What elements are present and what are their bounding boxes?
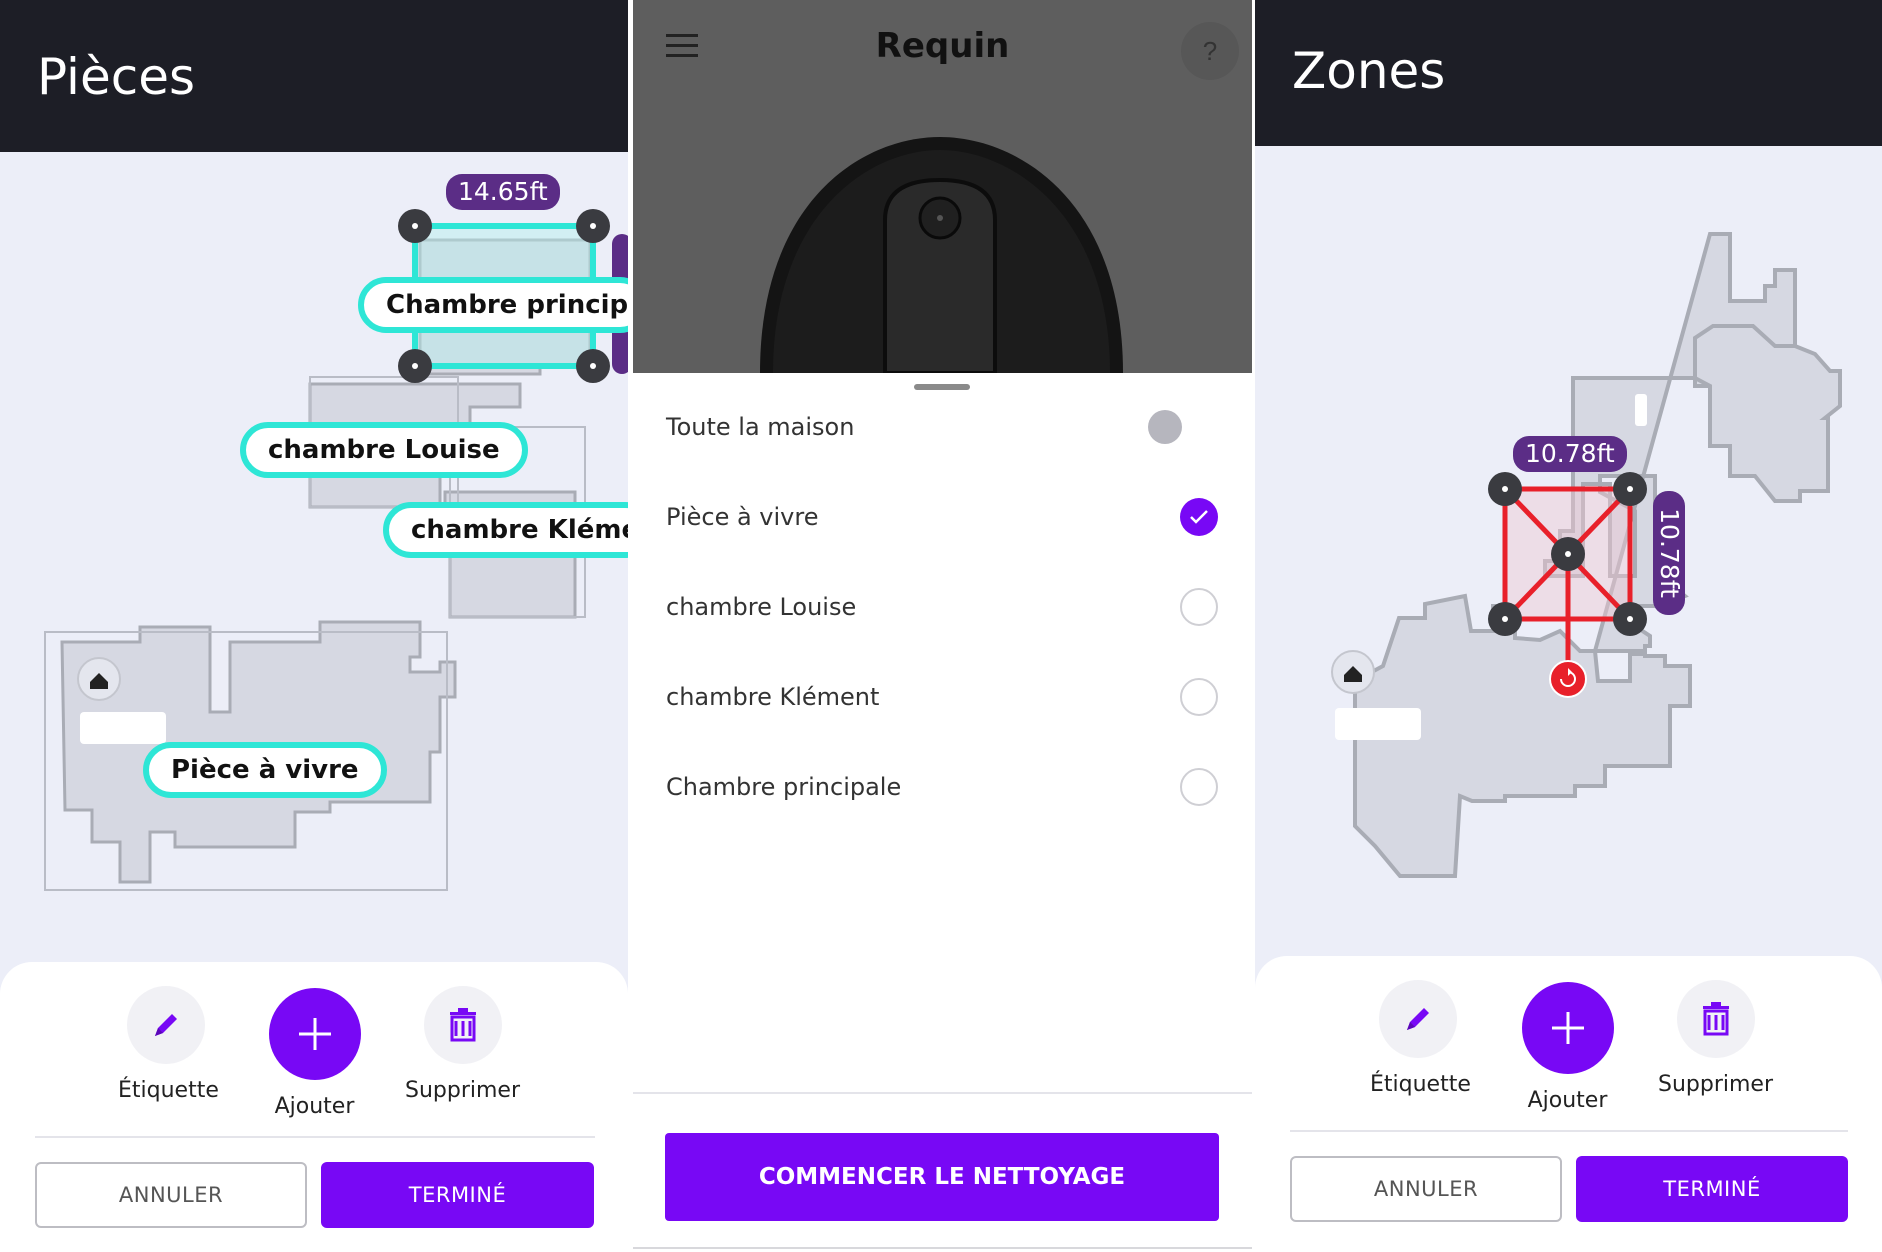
done-button[interactable]: TERMINÉ — [1576, 1156, 1848, 1222]
robot-name: Requin — [875, 26, 1010, 66]
page-title: Zones — [1292, 42, 1446, 100]
room-label-klement[interactable]: chambre Klément — [383, 502, 628, 558]
room-label-louise[interactable]: chambre Louise — [240, 422, 528, 478]
plus-icon[interactable] — [1521, 982, 1614, 1074]
divider — [633, 1092, 1252, 1094]
cancel-button[interactable]: ANNULER — [1290, 1156, 1562, 1222]
bottom-sheet: Étiquette Ajouter Supprimer ANNULER TERM… — [1255, 956, 1882, 1252]
room-label-living[interactable]: Pièce à vivre — [143, 742, 387, 798]
robot-header: Requin ? — [633, 0, 1252, 373]
option-whole-house[interactable]: Toute la maison — [633, 382, 1252, 472]
option-master-room[interactable]: Chambre principale — [633, 742, 1252, 832]
option-label: Chambre principale — [666, 773, 902, 801]
help-icon: ? — [1202, 36, 1218, 66]
checkbox[interactable] — [1180, 678, 1218, 716]
delete-tool[interactable]: Supprimer — [1658, 980, 1773, 1097]
option-label: chambre Klément — [666, 683, 880, 711]
clean-screen: Requin ? Toute la maison Pièce à vivre c… — [633, 0, 1252, 1252]
add-tool-text: Ajouter — [274, 1094, 355, 1119]
bottom-line — [633, 1247, 1252, 1249]
delete-tool-text: Supprimer — [1658, 1072, 1774, 1097]
option-label: Toute la maison — [666, 413, 855, 441]
rooms-screen: Pièces 14.65ft Chambre princip chambre L… — [0, 0, 628, 1252]
room-label-master[interactable]: Chambre principale — [358, 277, 628, 333]
checkmark-icon[interactable] — [1180, 498, 1218, 536]
add-tool[interactable]: Ajouter — [262, 988, 367, 1119]
add-tool-text: Ajouter — [1527, 1088, 1608, 1113]
bottom-sheet: Étiquette Ajouter Supprimer ANNULER TERM… — [0, 962, 628, 1252]
trash-icon[interactable] — [1676, 980, 1755, 1058]
delete-tool-text: Supprimer — [405, 1078, 521, 1103]
option-label: Pièce à vivre — [666, 503, 819, 531]
width-dimension: 10.78ft — [1513, 436, 1627, 472]
page-title: Pièces — [37, 48, 196, 106]
label-tool[interactable]: Étiquette — [118, 986, 219, 1103]
label-tool[interactable]: Étiquette — [1370, 980, 1471, 1097]
rooms-header: Pièces — [0, 0, 628, 152]
option-living-room[interactable]: Pièce à vivre — [633, 472, 1252, 562]
label-tool-text: Étiquette — [118, 1078, 219, 1103]
divider — [1290, 1130, 1848, 1132]
plus-icon[interactable] — [268, 988, 361, 1080]
label-tool-text: Étiquette — [1370, 1072, 1471, 1097]
toggle-indicator[interactable] — [1148, 410, 1182, 444]
divider — [35, 1136, 595, 1138]
height-dimension: 10.78ft — [1655, 508, 1684, 598]
width-dimension: 14.65ft — [446, 174, 560, 210]
start-cleaning-button[interactable]: COMMENCER LE NETTOYAGE — [665, 1133, 1219, 1221]
zones-screen: Zones 10.78ft 10.78ft Étiquette Ajouter … — [1255, 0, 1882, 1252]
checkbox[interactable] — [1180, 588, 1218, 626]
checkbox[interactable] — [1180, 768, 1218, 806]
zones-header: Zones — [1255, 0, 1882, 146]
option-klement-room[interactable]: chambre Klément — [633, 652, 1252, 742]
option-label: chambre Louise — [666, 593, 857, 621]
help-button[interactable]: ? — [1181, 22, 1239, 80]
delete-tool[interactable]: Supprimer — [405, 986, 520, 1103]
trash-icon[interactable] — [423, 986, 502, 1064]
option-louise-room[interactable]: chambre Louise — [633, 562, 1252, 652]
zones-map[interactable]: 10.78ft 10.78ft — [1255, 146, 1882, 956]
pencil-icon[interactable] — [1378, 980, 1457, 1058]
add-tool[interactable]: Ajouter — [1515, 982, 1620, 1113]
rooms-map[interactable]: 14.65ft Chambre principale chambre Louis… — [0, 152, 628, 962]
done-button[interactable]: TERMINÉ — [321, 1162, 594, 1228]
rotate-icon[interactable] — [1549, 660, 1587, 698]
cancel-button[interactable]: ANNULER — [35, 1162, 307, 1228]
pencil-icon[interactable] — [126, 986, 205, 1064]
